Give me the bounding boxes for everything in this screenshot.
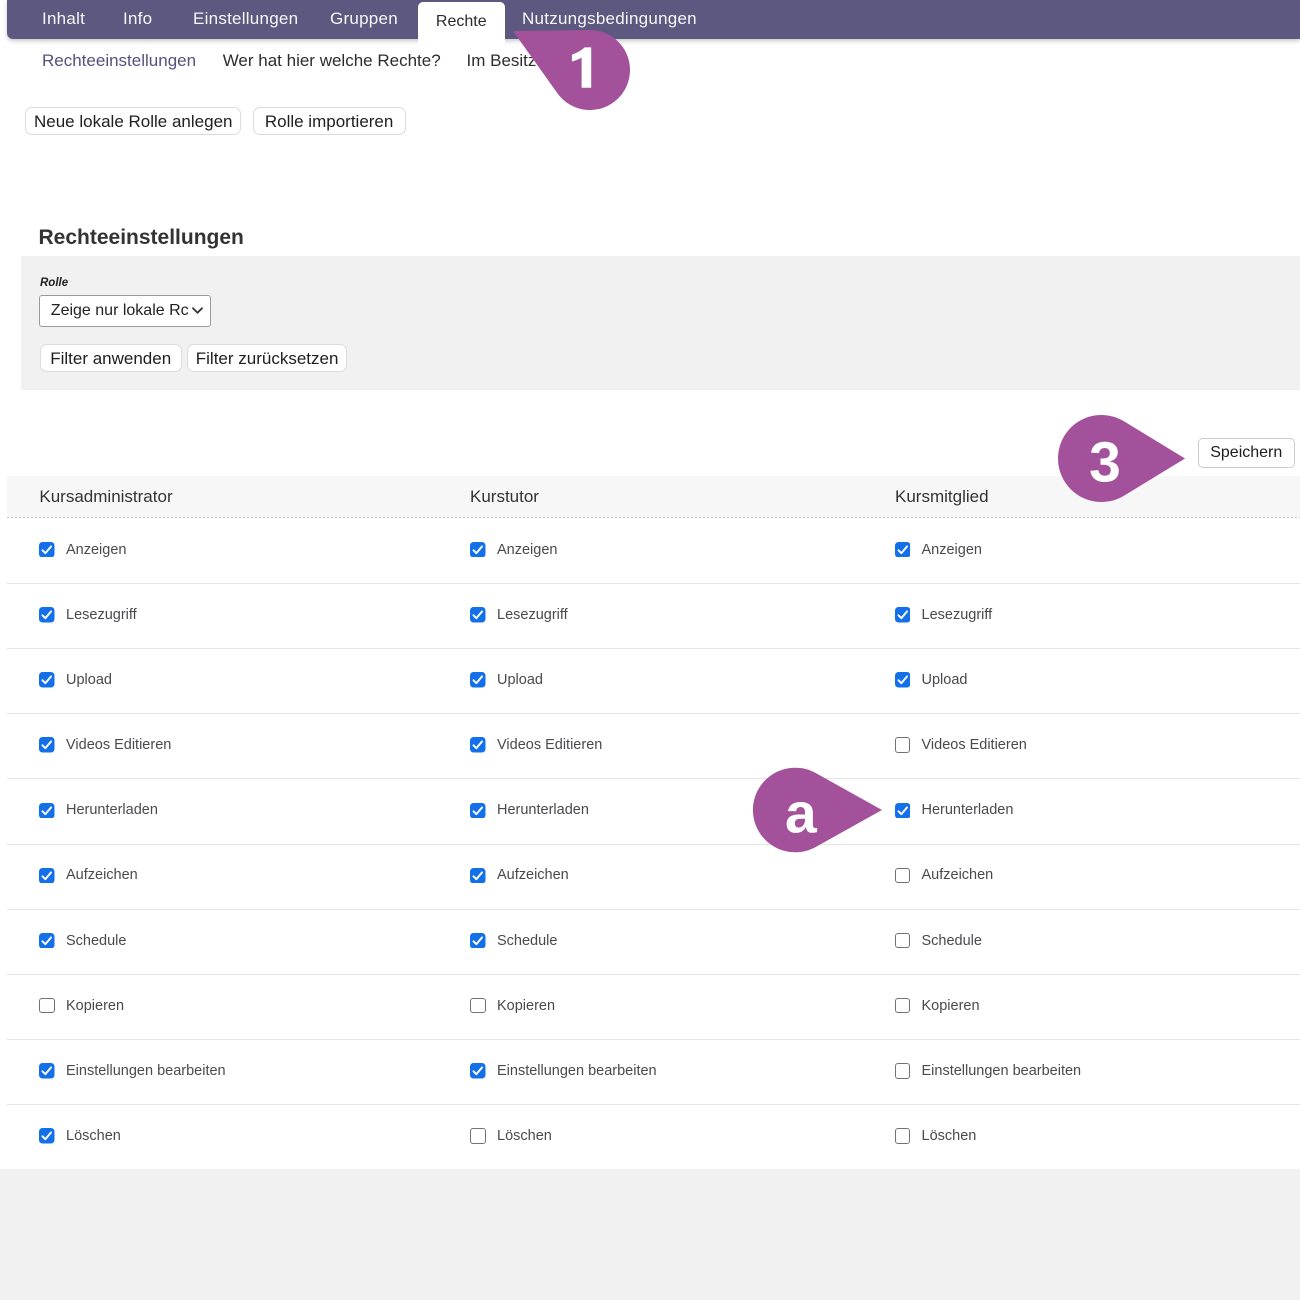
svg-text:a: a (785, 781, 818, 845)
